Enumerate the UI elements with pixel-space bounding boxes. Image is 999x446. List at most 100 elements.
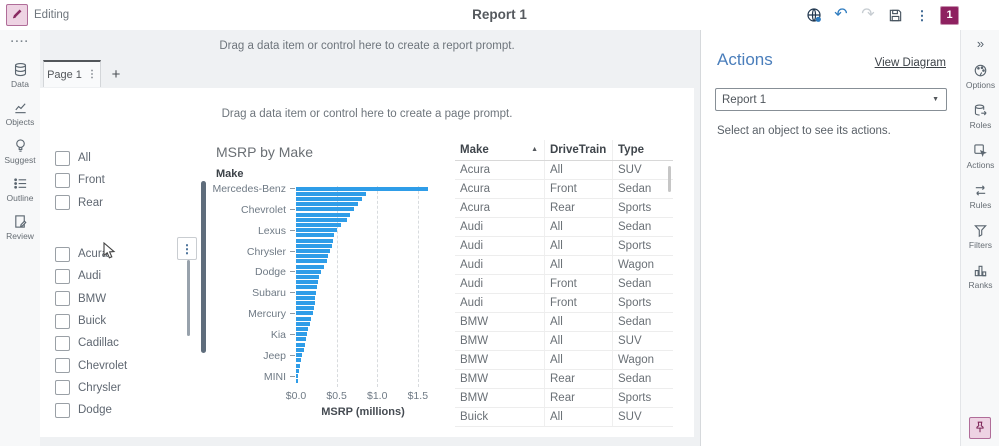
- sidebar-item-suggest[interactable]: Suggest: [0, 132, 40, 170]
- bar[interactable]: [296, 363, 301, 368]
- bar[interactable]: [296, 223, 341, 228]
- column-header[interactable]: Type: [613, 140, 673, 160]
- tab-page-1[interactable]: Page 1 ⋮: [43, 60, 101, 87]
- bar[interactable]: [296, 327, 309, 332]
- checkbox[interactable]: [55, 246, 70, 262]
- checkbox[interactable]: [55, 313, 70, 329]
- bar[interactable]: [296, 228, 337, 233]
- bar[interactable]: [296, 321, 310, 326]
- table-row[interactable]: Buick All SUV: [455, 408, 673, 427]
- table-row[interactable]: BMW All Sedan: [455, 313, 673, 332]
- checkbox[interactable]: [55, 335, 70, 351]
- undo-icon[interactable]: ↶: [832, 6, 850, 24]
- table-row[interactable]: BMW Rear Sports: [455, 389, 673, 408]
- table-row[interactable]: BMW Rear Sedan: [455, 370, 673, 389]
- bar[interactable]: [296, 342, 305, 347]
- checkbox[interactable]: [55, 172, 70, 188]
- data-table[interactable]: Make ▲ DriveTrain Type Acura All SUV Acura Front…: [455, 140, 673, 427]
- report-prompt-dropzone[interactable]: Drag a data item or control here to crea…: [40, 30, 694, 60]
- list-item[interactable]: Dodge: [55, 399, 127, 421]
- table-row[interactable]: Audi All Wagon: [455, 256, 673, 275]
- bar[interactable]: [296, 301, 315, 306]
- column-header[interactable]: DriveTrain: [545, 140, 613, 160]
- table-row[interactable]: Audi All Sports: [455, 237, 673, 256]
- sidebar-item-outline[interactable]: Outline: [0, 170, 40, 208]
- object-menu-button[interactable]: ⋮: [177, 237, 197, 260]
- view-diagram-link[interactable]: View Diagram: [875, 57, 946, 69]
- bar[interactable]: [296, 197, 362, 201]
- pin-panel-button[interactable]: [969, 417, 991, 439]
- bar[interactable]: [296, 249, 331, 254]
- bar[interactable]: [296, 238, 333, 243]
- avatar[interactable]: 1: [940, 5, 959, 25]
- sidebar-item-data[interactable]: Data: [0, 56, 40, 94]
- sidebar-item-objects[interactable]: Objects: [0, 94, 40, 132]
- globe-icon[interactable]: [805, 6, 823, 24]
- list-item[interactable]: Rear: [55, 192, 105, 214]
- table-row[interactable]: Acura Rear Sports: [455, 199, 673, 218]
- list-scrollbar[interactable]: [187, 260, 190, 336]
- bar[interactable]: [296, 259, 327, 264]
- bar[interactable]: [296, 290, 317, 295]
- bar[interactable]: [296, 212, 351, 217]
- bar[interactable]: [296, 316, 312, 321]
- save-icon[interactable]: [886, 6, 904, 24]
- bar[interactable]: [296, 243, 332, 248]
- sidebar-item-options[interactable]: Options: [961, 56, 999, 96]
- bar[interactable]: [296, 353, 303, 358]
- column-header[interactable]: Make ▲: [455, 140, 545, 160]
- bar[interactable]: [296, 202, 358, 207]
- add-page-button[interactable]: +: [106, 64, 126, 84]
- list-item[interactable]: Cadillac: [55, 332, 127, 354]
- list-item[interactable]: Chrysler: [55, 377, 127, 399]
- bar[interactable]: [296, 254, 329, 259]
- bar[interactable]: [296, 285, 318, 290]
- table-row[interactable]: Audi Front Sports: [455, 294, 673, 313]
- bar[interactable]: [296, 332, 307, 337]
- list-item[interactable]: All: [55, 147, 105, 169]
- bar[interactable]: [296, 186, 428, 191]
- bar[interactable]: [296, 264, 325, 269]
- object-selector-dropdown[interactable]: Report 1 ▼: [715, 88, 947, 111]
- list-item[interactable]: BMW: [55, 288, 127, 310]
- checkbox[interactable]: [55, 402, 70, 418]
- table-row[interactable]: BMW All SUV: [455, 332, 673, 351]
- bar[interactable]: [296, 311, 314, 316]
- bar[interactable]: [296, 347, 305, 352]
- table-row[interactable]: Acura Front Sedan: [455, 180, 673, 199]
- sidebar-item-actions[interactable]: Actions: [961, 136, 999, 176]
- bar[interactable]: [296, 269, 322, 274]
- bar[interactable]: [296, 295, 316, 300]
- list-item[interactable]: Front: [55, 169, 105, 191]
- sidebar-item-roles[interactable]: Roles: [961, 96, 999, 136]
- table-row[interactable]: Audi All Sedan: [455, 218, 673, 237]
- list-item[interactable]: Chevrolet: [55, 354, 127, 376]
- sidebar-item-rules[interactable]: Rules: [961, 176, 999, 216]
- collapse-panel-icon[interactable]: »: [961, 36, 999, 51]
- bar[interactable]: [296, 191, 366, 196]
- tab-menu-icon[interactable]: ⋮: [87, 69, 97, 80]
- checkbox[interactable]: [55, 268, 70, 284]
- bar[interactable]: [296, 306, 314, 311]
- checkbox[interactable]: [55, 291, 70, 307]
- bar[interactable]: [296, 207, 355, 212]
- object-resize-handle[interactable]: [201, 181, 206, 353]
- bar[interactable]: [296, 233, 335, 238]
- table-row[interactable]: BMW All Wagon: [455, 351, 673, 370]
- sidebar-item-review[interactable]: Review: [0, 208, 40, 246]
- sidebar-item-filters[interactable]: Filters: [961, 216, 999, 256]
- page-prompt-dropzone[interactable]: Drag a data item or control here to crea…: [40, 108, 694, 120]
- checkbox[interactable]: [55, 358, 70, 374]
- bar[interactable]: [296, 379, 298, 384]
- bar[interactable]: [296, 373, 299, 378]
- table-row[interactable]: Acura All SUV: [455, 161, 673, 180]
- checkbox[interactable]: [55, 195, 70, 211]
- sidebar-item-ranks[interactable]: Ranks: [961, 256, 999, 296]
- checkbox[interactable]: [55, 150, 70, 166]
- redo-icon[interactable]: ↷: [859, 6, 877, 24]
- bar[interactable]: [296, 275, 319, 280]
- list-item[interactable]: Audi: [55, 265, 127, 287]
- table-scrollbar[interactable]: [668, 166, 671, 192]
- table-row[interactable]: Audi Front Sedan: [455, 275, 673, 294]
- list-item[interactable]: Buick: [55, 310, 127, 332]
